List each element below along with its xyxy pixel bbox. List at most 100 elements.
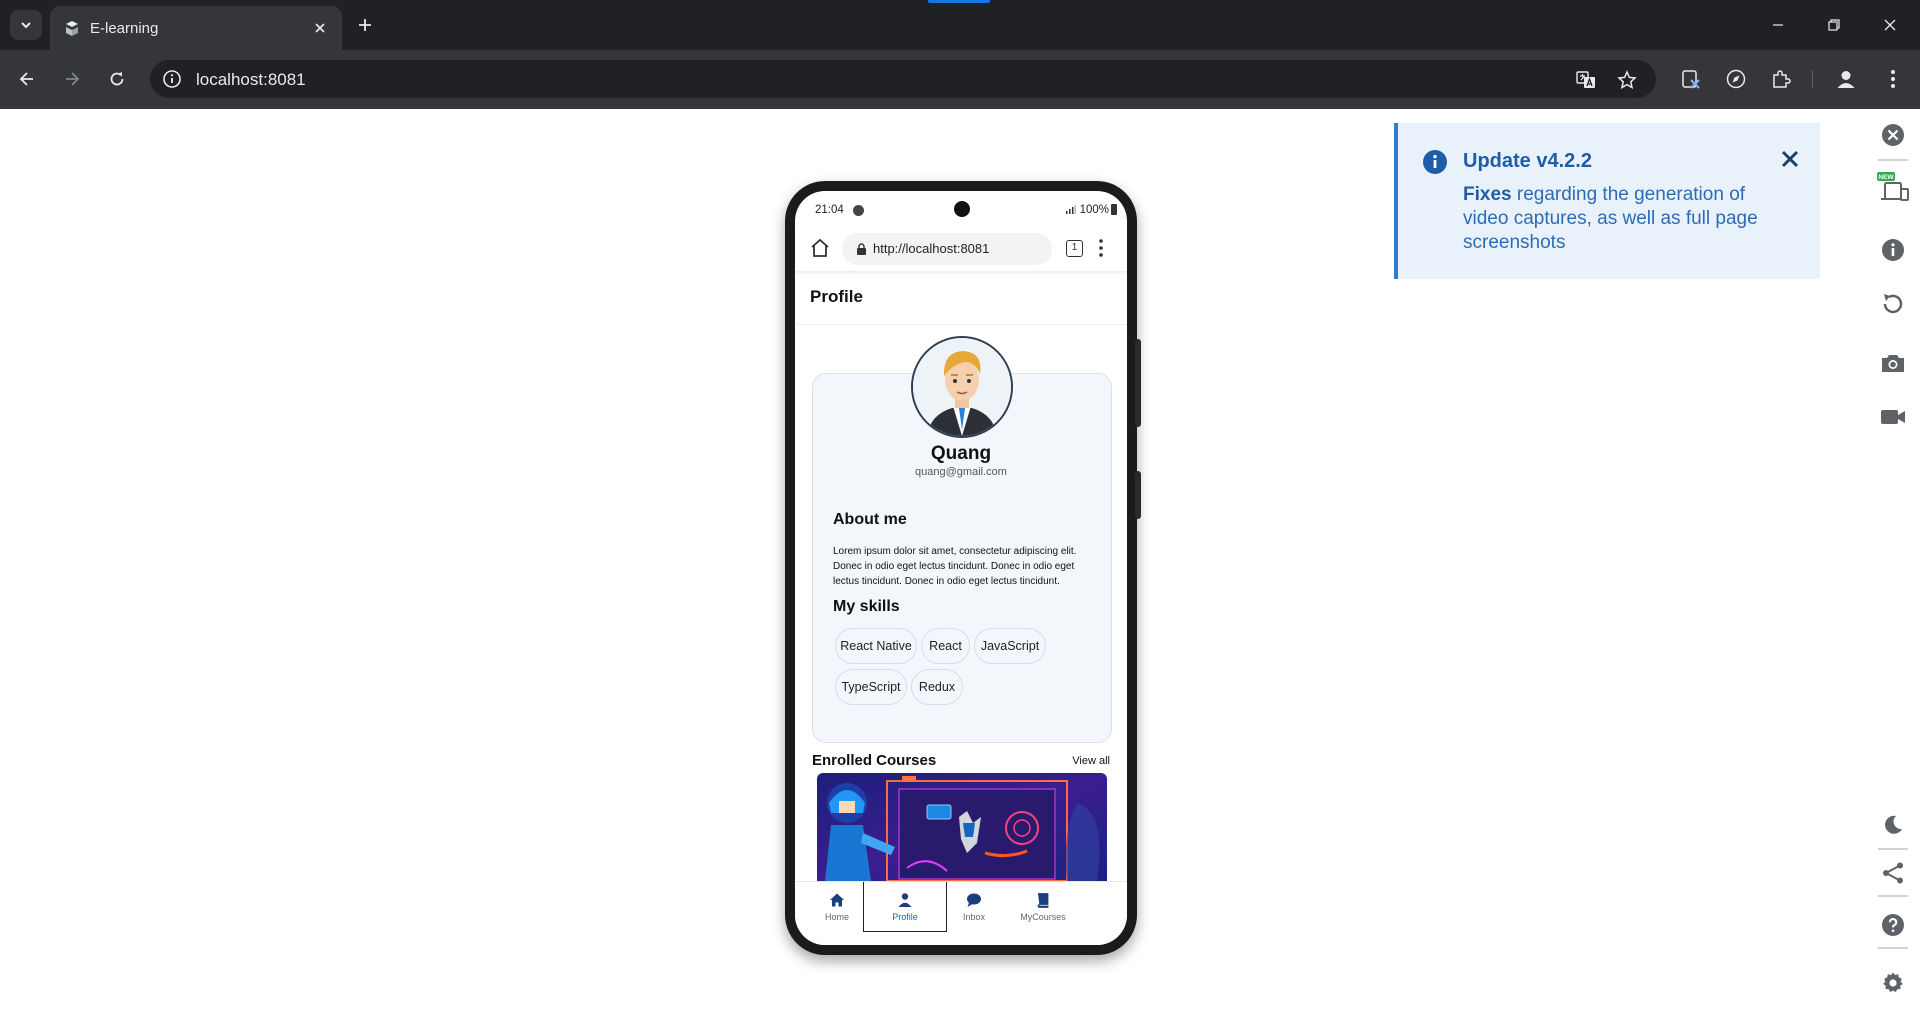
nav-my-courses[interactable]: MyCourses <box>1001 882 1085 932</box>
rail-help-button[interactable] <box>1877 909 1909 941</box>
capture-extension-icon <box>1682 70 1700 89</box>
status-notification-icon <box>853 205 864 216</box>
page-title: Profile <box>810 287 863 306</box>
about-me-heading: About me <box>833 511 907 528</box>
extension-capture-button[interactable] <box>1677 65 1705 93</box>
new-badge-text: NEW <box>1878 174 1894 181</box>
video-camera-icon <box>1881 410 1905 424</box>
rail-divider <box>1878 159 1908 161</box>
skill-chip[interactable]: React Native <box>835 628 917 664</box>
rail-video-button[interactable] <box>1877 401 1909 433</box>
skill-chip[interactable]: React <box>921 628 970 664</box>
forward-button[interactable] <box>57 64 87 94</box>
view-all-link[interactable]: View all <box>1072 755 1110 767</box>
avatar <box>911 336 1013 438</box>
moon-icon <box>1885 815 1902 834</box>
minimize-icon <box>1773 24 1783 26</box>
nav-home-label: Home <box>824 912 849 922</box>
favicon-icon <box>66 21 78 36</box>
rail-screenshot-button[interactable] <box>1877 347 1909 379</box>
nav-my-courses-label: MyCourses <box>1020 912 1066 922</box>
update-notification: Update v4.2.2 Fixes regarding the genera… <box>1394 123 1820 279</box>
restore-button[interactable] <box>1814 10 1854 40</box>
chevron-down-icon <box>21 22 31 29</box>
bookmark-button[interactable] <box>1616 69 1638 91</box>
reload-button[interactable] <box>102 64 132 94</box>
address-bar[interactable]: localhost:8081 <box>150 60 1656 98</box>
info-icon[interactable] <box>162 69 182 89</box>
close-icon <box>315 23 325 33</box>
rail-settings-button[interactable] <box>1877 967 1909 999</box>
phone-status-bar: 21:04 100% <box>795 191 1127 225</box>
info-icon <box>1423 150 1447 174</box>
translate-button[interactable] <box>1575 69 1597 91</box>
camera-icon <box>1882 355 1904 372</box>
skill-chip[interactable]: JavaScript <box>974 628 1046 664</box>
rail-devices-button[interactable]: NEW <box>1877 172 1909 204</box>
browser-tab[interactable]: E-learning <box>50 6 342 50</box>
back-button[interactable] <box>12 64 42 94</box>
restore-icon <box>1828 19 1840 31</box>
signal-icon <box>1066 205 1077 214</box>
new-tab-button[interactable] <box>352 12 378 38</box>
phone-volume-button <box>1135 471 1141 519</box>
devices-icon: NEW <box>1877 172 1909 201</box>
profile-button[interactable] <box>1832 65 1860 93</box>
page-viewport: Update v4.2.2 Fixes regarding the genera… <box>0 109 1920 1030</box>
status-battery-text: 100% <box>1066 204 1109 216</box>
tab-close-button[interactable] <box>310 18 330 38</box>
reload-icon <box>110 72 124 86</box>
extension-compass-button[interactable] <box>1722 65 1750 93</box>
toolbar-divider <box>1812 70 1813 88</box>
rail-info-button[interactable] <box>1877 234 1909 266</box>
home-icon <box>830 893 844 907</box>
browser-menu-button[interactable] <box>1879 65 1907 93</box>
phone-frame: 21:04 100% http://localhost:8081 1 Profi… <box>785 181 1141 955</box>
address-url[interactable]: localhost:8081 <box>196 70 306 90</box>
phone-screen: 21:04 100% http://localhost:8081 1 Profi… <box>795 191 1127 945</box>
extensions-button[interactable] <box>1767 65 1795 93</box>
plus-icon <box>359 19 371 31</box>
battery-percentage: 100% <box>1079 204 1109 216</box>
compass-icon <box>1726 69 1746 89</box>
battery-icon <box>1111 204 1117 215</box>
mobile-browser-bar: http://localhost:8081 1 <box>795 225 1127 271</box>
rail-rotate-button[interactable] <box>1877 288 1909 320</box>
bottom-navigation: Home Profile Inbox MyCourses <box>795 881 1127 945</box>
user-email: quang@gmail.com <box>915 466 1007 478</box>
avatar-illustration <box>913 338 1011 436</box>
minimize-button[interactable] <box>1758 10 1798 40</box>
rail-close-button[interactable] <box>1877 119 1909 151</box>
close-window-button[interactable] <box>1870 10 1910 40</box>
browser-tab-bar: E-learning <box>0 0 1920 50</box>
mobile-address-bar[interactable]: http://localhost:8081 <box>842 233 1052 265</box>
browser-toolbar: localhost:8081 <box>0 50 1920 109</box>
tab-search-button[interactable] <box>10 10 42 40</box>
top-indicator <box>928 0 990 3</box>
my-skills-heading: My skills <box>833 598 900 615</box>
enrolled-courses-heading: Enrolled Courses <box>812 752 937 769</box>
close-icon[interactable] <box>1778 147 1802 171</box>
chat-icon <box>967 893 981 907</box>
mobile-tab-switcher[interactable]: 1 <box>1066 240 1083 257</box>
course-artwork <box>817 773 1107 881</box>
skill-chip[interactable]: Redux <box>911 669 963 705</box>
lock-icon <box>857 243 866 255</box>
arrow-left-icon <box>19 72 33 86</box>
translate-icon <box>1576 71 1595 88</box>
rail-dark-mode-button[interactable] <box>1877 809 1909 841</box>
home-icon[interactable] <box>809 237 831 259</box>
share-icon <box>1883 862 1903 884</box>
app-header: Profile <box>795 271 1127 325</box>
rail-share-button[interactable] <box>1877 857 1909 889</box>
phone-power-button <box>1135 339 1141 427</box>
mobile-url[interactable]: http://localhost:8081 <box>873 241 989 256</box>
person-icon <box>898 893 912 907</box>
info-icon <box>1882 239 1904 261</box>
rail-divider <box>1878 947 1908 949</box>
more-vert-icon[interactable] <box>1098 238 1104 258</box>
skill-chip[interactable]: TypeScript <box>835 669 907 705</box>
front-camera <box>954 201 970 217</box>
arrow-right-icon <box>66 72 80 86</box>
course-thumbnail[interactable] <box>817 773 1107 881</box>
